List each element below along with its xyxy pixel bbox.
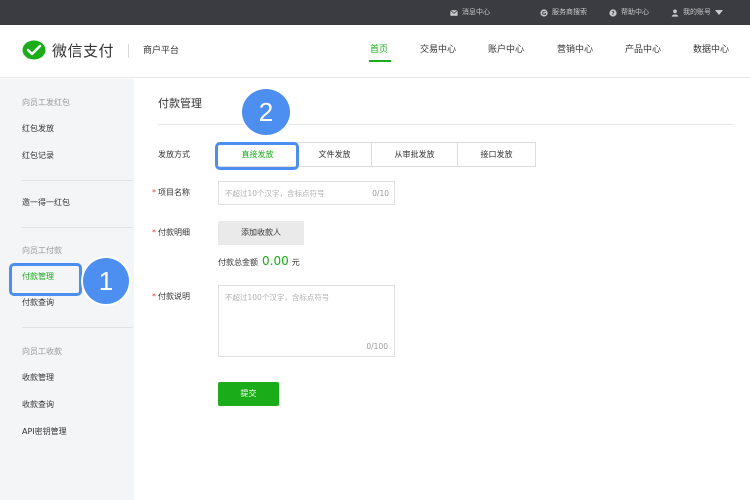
- sidebar-group-collect: 向员工收款: [22, 347, 62, 356]
- required-mark: *: [152, 228, 156, 237]
- sidebar-item-api-key[interactable]: API密钥管理: [22, 426, 67, 438]
- help-icon: ?: [609, 8, 617, 17]
- help-center-label: 帮助中心: [621, 8, 649, 16]
- message-center-label: 消息中心: [462, 8, 490, 16]
- nav-data-center[interactable]: 数据中心: [693, 43, 729, 57]
- sidebar-item-hongbao-record[interactable]: 红包记录: [22, 150, 54, 162]
- nav-trade-center[interactable]: 交易中心: [420, 43, 456, 57]
- g-icon: G: [540, 8, 548, 17]
- title-divider: [158, 124, 733, 125]
- payment-detail-label-text: 付款明细: [158, 228, 190, 237]
- project-name-counter: 0/10: [372, 189, 389, 198]
- sidebar-item-collect-query[interactable]: 收款查询: [22, 399, 54, 411]
- brand-name: 微信支付: [52, 42, 115, 60]
- payment-desc-placeholder: 不超过100个汉字，含标点符号: [225, 293, 330, 302]
- provider-search-link[interactable]: G 服务商搜索: [540, 0, 587, 25]
- payment-total-amount: 0.00: [262, 254, 289, 268]
- payment-desc-label-text: 付款说明: [158, 292, 190, 301]
- sidebar-divider: [22, 180, 133, 181]
- help-center-link[interactable]: ? 帮助中心: [609, 0, 649, 25]
- mail-icon: [450, 9, 458, 16]
- payment-desc-textarea[interactable]: 不超过100个汉字，含标点符号 0/100: [218, 285, 395, 357]
- svg-text:G: G: [542, 11, 547, 17]
- callout-badge-2: 2: [242, 89, 290, 135]
- nav-marketing-center[interactable]: 营销中心: [557, 43, 593, 57]
- sidebar-group-payment: 向员工付款: [22, 246, 62, 255]
- wechat-pay-logo-icon: [22, 40, 46, 60]
- nav-account-center[interactable]: 账户中心: [488, 43, 524, 57]
- tab-file-issue[interactable]: 文件发放: [298, 142, 372, 167]
- caret-down-icon: [715, 10, 723, 15]
- required-mark: *: [152, 292, 156, 301]
- callout-highlight-sidebar: [9, 263, 82, 296]
- message-center-link[interactable]: 消息中心: [450, 0, 490, 25]
- payment-detail-label: * 付款明细: [152, 227, 190, 239]
- provider-search-label: 服务商搜索: [552, 8, 587, 16]
- payment-desc-label: * 付款说明: [152, 291, 190, 303]
- tab-api-issue[interactable]: 接口发放: [458, 142, 536, 167]
- sidebar-divider: [22, 327, 133, 328]
- callout-badge-1: 1: [83, 258, 129, 304]
- top-utility-bar: 消息中心 G 服务商搜索 ? 帮助中心 我的账号: [0, 0, 750, 25]
- payment-total-label: 付款总金额: [218, 258, 258, 267]
- project-name-label: * 项目名称: [152, 187, 190, 199]
- main-header: 微信支付 商户平台 首页 交易中心 账户中心 营销中心 产品中心 数据中心: [0, 25, 750, 78]
- nav-product-center[interactable]: 产品中心: [625, 43, 661, 57]
- nav-active-indicator: [369, 60, 391, 62]
- sidebar-group-hongbao: 向员工发红包: [22, 98, 70, 107]
- nav-home[interactable]: 首页: [370, 43, 388, 57]
- sidebar-item-payment-query[interactable]: 付款查询: [22, 297, 54, 309]
- submit-button[interactable]: 提交: [218, 382, 279, 406]
- my-account-label: 我的账号: [683, 8, 711, 16]
- tab-approval-issue[interactable]: 从审批发放: [372, 142, 458, 167]
- page-title: 付款管理: [158, 97, 202, 110]
- method-label: 发放方式: [158, 150, 190, 159]
- payment-total-unit: 元: [291, 258, 300, 267]
- sidebar-divider: [22, 227, 133, 228]
- sidebar-item-yiyu-hongbao[interactable]: 邀一得一红包: [22, 197, 70, 209]
- callout-highlight-tab: [215, 142, 299, 170]
- payment-total: 付款总金额 0.00 元: [218, 254, 300, 270]
- add-payee-button[interactable]: 添加收款人: [218, 221, 304, 245]
- user-icon: [671, 9, 679, 17]
- project-name-placeholder: 不超过10个汉字，含标点符号: [225, 189, 325, 198]
- project-name-input[interactable]: 不超过10个汉字，含标点符号 0/10: [218, 181, 395, 205]
- required-mark: *: [152, 188, 156, 197]
- my-account-link[interactable]: 我的账号: [671, 0, 723, 25]
- platform-name: 商户平台: [143, 46, 180, 56]
- sidebar-item-collect-manage[interactable]: 收款管理: [22, 372, 54, 384]
- brand-separator: [128, 44, 129, 58]
- svg-text:?: ?: [611, 11, 614, 17]
- sidebar-item-hongbao-send[interactable]: 红包发放: [22, 123, 54, 135]
- payment-desc-counter: 0/100: [366, 342, 388, 351]
- project-name-label-text: 项目名称: [158, 188, 190, 197]
